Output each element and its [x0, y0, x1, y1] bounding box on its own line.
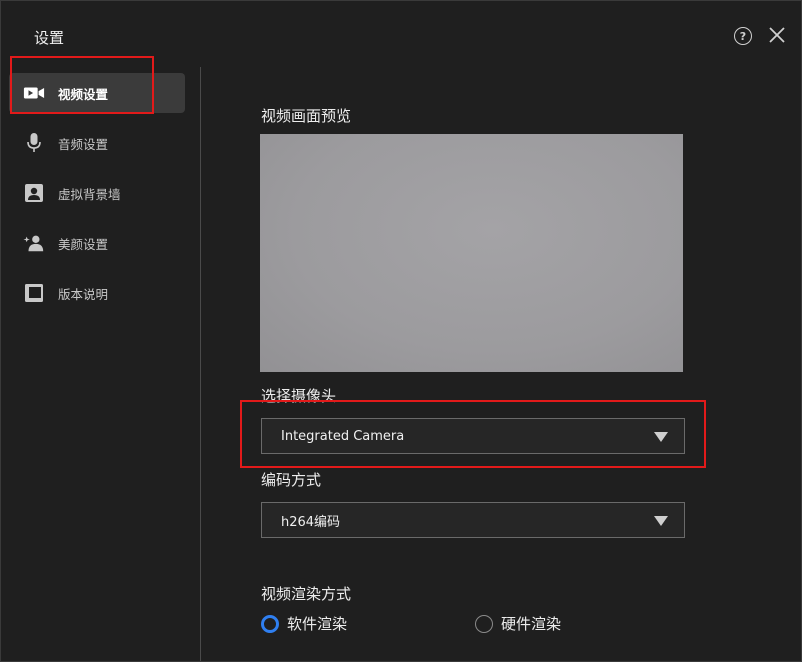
help-icon[interactable]: ? — [734, 27, 752, 45]
settings-window: 设置 ? 视频设置 音频设置 虚拟背景墙 美颜设置 版本说明 视频画面预览 选择… — [0, 0, 802, 662]
encoding-select-value: h264编码 — [281, 514, 341, 530]
sidebar-item-label: 音频设置 — [58, 136, 109, 152]
video-preview — [260, 134, 683, 372]
chevron-down-icon — [654, 432, 668, 442]
radio-hardware-render[interactable]: 硬件渲染 — [475, 613, 561, 634]
sidebar-item-video-settings[interactable]: 视频设置 — [9, 73, 185, 113]
sidebar-item-label: 虚拟背景墙 — [58, 186, 121, 202]
preview-label: 视频画面预览 — [261, 107, 352, 125]
beauty-person-icon — [23, 232, 45, 254]
radio-software-render[interactable]: 软件渲染 — [261, 613, 347, 634]
sidebar-divider — [200, 67, 201, 661]
chevron-down-icon — [654, 516, 668, 526]
sidebar-item-virtual-background[interactable]: 虚拟背景墙 — [9, 173, 185, 213]
radio-label: 硬件渲染 — [501, 615, 562, 633]
camera-select[interactable]: Integrated Camera — [261, 418, 685, 454]
close-icon[interactable] — [767, 25, 787, 45]
window-title: 设置 — [34, 29, 65, 47]
radio-circle — [475, 614, 493, 633]
radio-circle-checked — [261, 614, 279, 633]
sidebar-item-label: 版本说明 — [58, 286, 109, 302]
video-camera-icon — [23, 82, 45, 104]
encoding-select[interactable]: h264编码 — [261, 502, 685, 538]
sidebar-item-beauty-settings[interactable]: 美颜设置 — [9, 223, 185, 263]
render-label: 视频渲染方式 — [261, 585, 352, 603]
sidebar-item-label: 视频设置 — [58, 86, 109, 102]
radio-label: 软件渲染 — [287, 615, 348, 633]
sidebar-item-label: 美颜设置 — [58, 236, 109, 252]
portrait-icon — [23, 182, 45, 204]
sidebar-item-audio-settings[interactable]: 音频设置 — [9, 123, 185, 163]
encoding-label: 编码方式 — [261, 471, 322, 489]
camera-select-value: Integrated Camera — [281, 428, 405, 444]
microphone-icon — [23, 132, 45, 154]
camera-label: 选择摄像头 — [261, 387, 337, 405]
sidebar-item-version-notes[interactable]: 版本说明 — [9, 273, 185, 313]
document-icon — [23, 282, 45, 304]
